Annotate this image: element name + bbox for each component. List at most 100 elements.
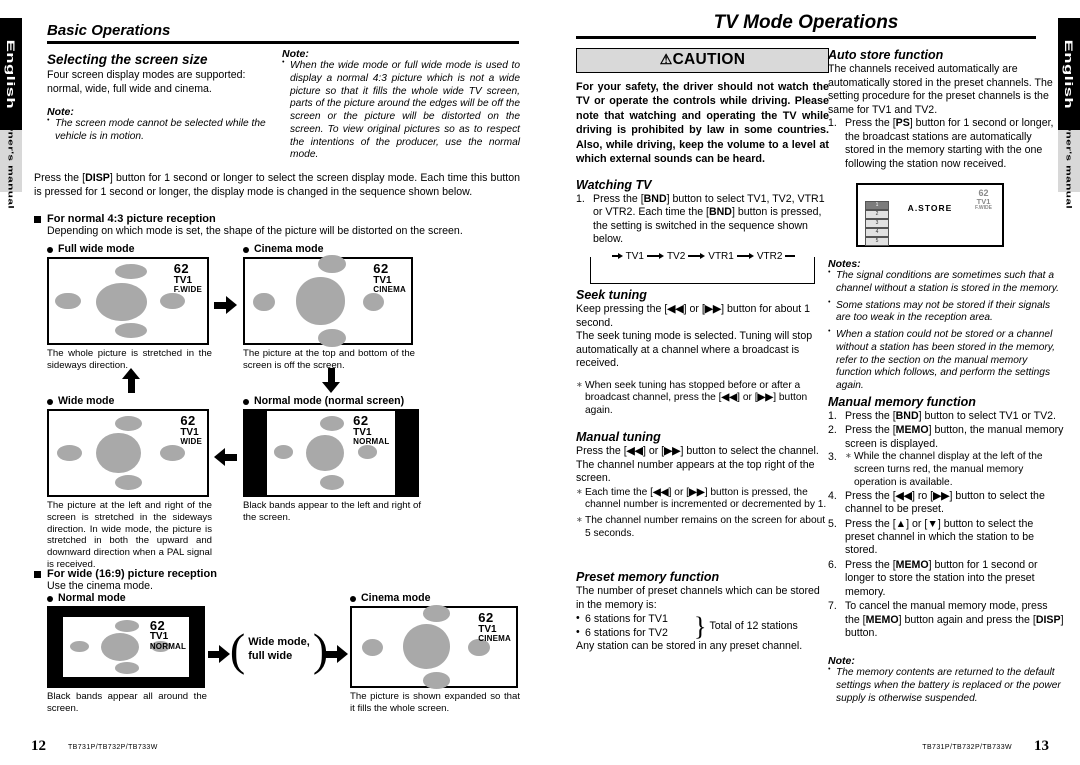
blob — [100, 633, 139, 661]
osd-channel: 62 — [478, 610, 494, 625]
arrow-right-icon — [645, 253, 665, 260]
blob — [115, 416, 143, 432]
osd-channel: 62 — [173, 261, 190, 276]
arrow-right-icon — [326, 645, 348, 663]
step-list: Press the [BND] button to select TV1, TV… — [576, 193, 829, 247]
blob — [96, 432, 141, 474]
preset-item-label: 6 stations for TV2 — [585, 626, 668, 639]
blob — [318, 328, 347, 348]
mode-caption: Black bands appear all around the screen… — [47, 691, 207, 714]
blob — [55, 292, 81, 310]
mode-block-normal: Normal mode (normal screen) 62 TV1 NORMA… — [243, 395, 421, 524]
blob — [296, 277, 345, 325]
osd-mode: NORMAL — [149, 641, 187, 651]
blob — [319, 416, 344, 432]
astore-screen: 62 TV1 F.WIDE 1 2 3 4 5 A.STORE — [856, 183, 1004, 247]
note-item: Each time the [◀◀] or [▶▶] button is pre… — [576, 487, 829, 513]
blob — [56, 444, 83, 461]
band-item: TV1 — [624, 250, 645, 262]
note-item: The memory contents are returned to the … — [828, 666, 1064, 705]
osd-display: 62 TV1 CINEMA — [478, 611, 511, 644]
blob — [361, 639, 384, 657]
blob — [422, 671, 451, 690]
caution-block: ⚠CAUTION For your safety, the driver sho… — [576, 48, 829, 167]
mode-label: Normal mode — [47, 592, 207, 604]
osd-mode: CINEMA — [373, 285, 406, 295]
side-tab-manual-label: Owner's manual — [1064, 112, 1074, 210]
osd-channel: 62 — [353, 413, 369, 428]
transition-label: ( Wide mode, full wide ) — [229, 624, 329, 675]
section-preset-memory: Preset memory function The number of pre… — [576, 570, 829, 654]
heading-subtext: Depending on which mode is set, the shap… — [47, 225, 463, 237]
blob — [159, 292, 185, 310]
step-list: Press the [PS] button for 1 second or lo… — [828, 117, 1064, 171]
arrow-right-icon — [735, 253, 755, 260]
caution-body: For your safety, the driver should not w… — [576, 81, 829, 166]
note-list: When the wide mode or full wide mode is … — [282, 59, 520, 162]
section-seek-tuning: Seek tuning Keep pressing the [◀◀] or [▶… — [576, 288, 829, 418]
mode-block-fullwide: Full wide mode 62 TV1 F.WIDE The whole p… — [47, 243, 212, 372]
mode-label: Full wide mode — [47, 243, 212, 255]
osd-channel: 62 — [149, 617, 166, 633]
section-body: Four screen display modes are supported:… — [47, 69, 246, 95]
osd-display: 62 TV1 NORMAL — [353, 414, 389, 447]
tv-screen-normal: 62 TV1 NORMAL — [243, 409, 419, 497]
disp-paragraph: Press the [DISP] button for 1 second or … — [34, 172, 521, 198]
note-item: The screen mode cannot be selected while… — [47, 117, 277, 144]
section-body: Press the [◀◀] or [▶▶] button to select … — [576, 445, 819, 485]
note-item: When seek tuning has stopped before or a… — [576, 380, 829, 418]
tv-screen-cinema169: 62 TV1 CINEMA — [350, 604, 518, 690]
step-sub-note-wrap: While the channel display at the left of… — [828, 451, 1064, 489]
side-tab-manual: Owner's manual — [0, 113, 22, 209]
arrow-right-icon — [687, 253, 707, 260]
section-body: The number of preset channels which can … — [576, 585, 820, 611]
note-label: Note: — [828, 655, 855, 667]
note-list: The screen mode cannot be selected while… — [47, 117, 277, 144]
blob — [114, 620, 139, 632]
note-item: The signal conditions are sometimes such… — [828, 269, 1064, 296]
osd-display: 62 TV1 F.WIDE — [975, 188, 992, 212]
side-tab-language-label: English — [4, 39, 18, 109]
step-item: Press the [BND] button to select TV1 or … — [828, 410, 1056, 424]
section-title: Seek tuning — [576, 288, 647, 302]
transition-text: Wide mode, full wide — [248, 636, 310, 662]
step-item: Press the [PS] button for 1 second or lo… — [828, 117, 1054, 170]
preset-slot-1: 1 — [865, 201, 889, 210]
band-item: VTR2 — [755, 250, 784, 262]
blob — [402, 623, 451, 669]
section-title: Preset memory function — [576, 570, 720, 584]
band-item: TV2 — [665, 250, 687, 262]
page-number-left: 12 — [31, 738, 46, 754]
caution-banner: ⚠CAUTION — [576, 48, 829, 73]
mode-block-normal169: Normal mode 62 TV1 NORMAL Black bands ap… — [47, 592, 207, 715]
section-title: Auto store function — [828, 48, 944, 62]
preset-slot-5: 5 — [865, 237, 889, 246]
section-title: Selecting the screen size — [47, 52, 208, 67]
osd-display: 62 TV1 WIDE — [180, 414, 202, 447]
left-chapter-title: Basic Operations — [47, 22, 519, 44]
left-page: English Owner's manual Basic Operations … — [0, 0, 540, 765]
section-watching-tv: Watching TV Press the [BND] button to se… — [576, 178, 829, 284]
heading-label: For wide (16:9) picture reception — [34, 568, 294, 580]
section-body: Keep pressing the [◀◀] or [▶▶] button fo… — [576, 303, 813, 370]
heading-label: For normal 4:3 picture reception — [34, 213, 520, 225]
section-selecting-screen-size: Selecting the screen size Four screen di… — [47, 52, 277, 144]
preset-item: • 6 stations for TV1 — [576, 612, 668, 626]
note-list: When seek tuning has stopped before or a… — [576, 380, 829, 418]
arrow-up-icon — [122, 368, 140, 393]
preset-footer: Any station can be stored in any preset … — [576, 640, 803, 653]
preset-total: Total of 12 stations — [709, 619, 798, 632]
side-tab-manual-label: Owner's manual — [6, 112, 16, 210]
osd-mode: F.WIDE — [975, 205, 992, 212]
step-item: Press the [◀◀] ro [▶▶] button to select … — [828, 489, 1045, 516]
preset-slot-3: 3 — [865, 219, 889, 228]
note-label: Note: — [282, 48, 309, 60]
tv-screen-wide: 62 TV1 WIDE — [47, 409, 209, 497]
band-sequence-row: TV1 TV2 VTR1 VTR2 — [591, 248, 814, 264]
note-list: Each time the [◀◀] or [▶▶] button is pre… — [576, 487, 829, 541]
note-item: The channel number remains on the screen… — [576, 515, 829, 541]
mode-caption: The picture at the left and right of the… — [47, 500, 212, 570]
mode-label: Wide mode — [47, 395, 212, 407]
mode-block-wide: Wide mode 62 TV1 WIDE The picture at the… — [47, 395, 212, 571]
osd-channel: 62 — [373, 261, 389, 276]
